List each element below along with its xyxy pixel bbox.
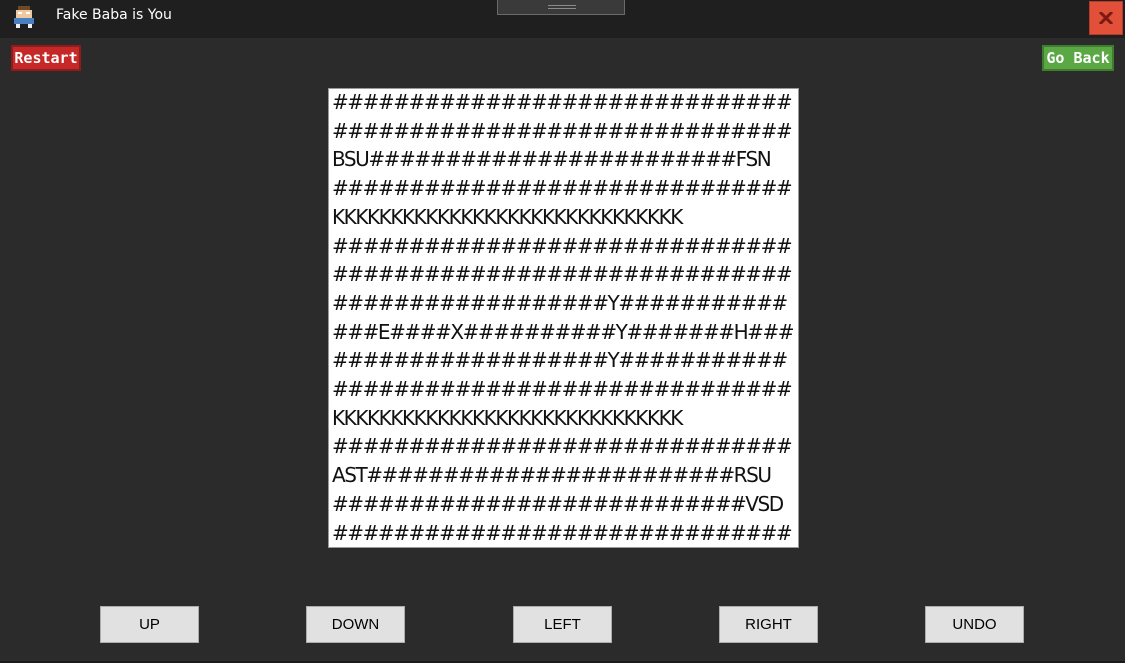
board-row: AST########################RSU — [332, 463, 772, 488]
board-row: ###########################VSD — [332, 491, 784, 516]
board-row: ############################## — [332, 176, 793, 201]
up-button[interactable]: UP — [100, 606, 199, 643]
left-button[interactable]: LEFT — [513, 606, 612, 643]
undo-button[interactable]: UNDO — [925, 606, 1024, 643]
restart-button[interactable]: Restart — [11, 45, 81, 71]
baba-sprite-icon — [14, 6, 34, 28]
board-row: ############################## — [332, 520, 793, 545]
board-row: ############################## — [332, 434, 793, 459]
board-row: ############################## — [332, 118, 793, 143]
board-row: ##################Y########### — [332, 290, 788, 315]
drag-handle[interactable] — [497, 0, 625, 15]
close-button[interactable] — [1089, 1, 1123, 35]
grip-icon — [548, 5, 576, 9]
board-row: BSU########################FSN — [332, 147, 772, 172]
board-row: ############################## — [332, 377, 793, 401]
down-button[interactable]: DOWN — [306, 606, 405, 643]
go-back-button[interactable]: Go Back — [1042, 45, 1114, 71]
board-row: ############################## — [332, 233, 793, 258]
board-row: KKKKKKKKKKKKKKKKKKKKKKKKKKKKKK — [332, 204, 683, 229]
board-row: ###E####X##########Y#######H### — [332, 319, 795, 344]
board-row: ############################## — [332, 90, 793, 114]
board-row: KKKKKKKKKKKKKKKKKKKKKKKKKKKKKK — [332, 405, 683, 430]
board-row: ############################## — [332, 262, 793, 287]
board-row: ##################Y########### — [332, 348, 788, 373]
close-x-icon — [1099, 12, 1113, 24]
game-board: ############################## ##########… — [328, 88, 799, 548]
title-bar: Fake Baba is You — [0, 0, 1125, 38]
right-button[interactable]: RIGHT — [719, 606, 818, 643]
window-title: Fake Baba is You — [56, 7, 172, 23]
